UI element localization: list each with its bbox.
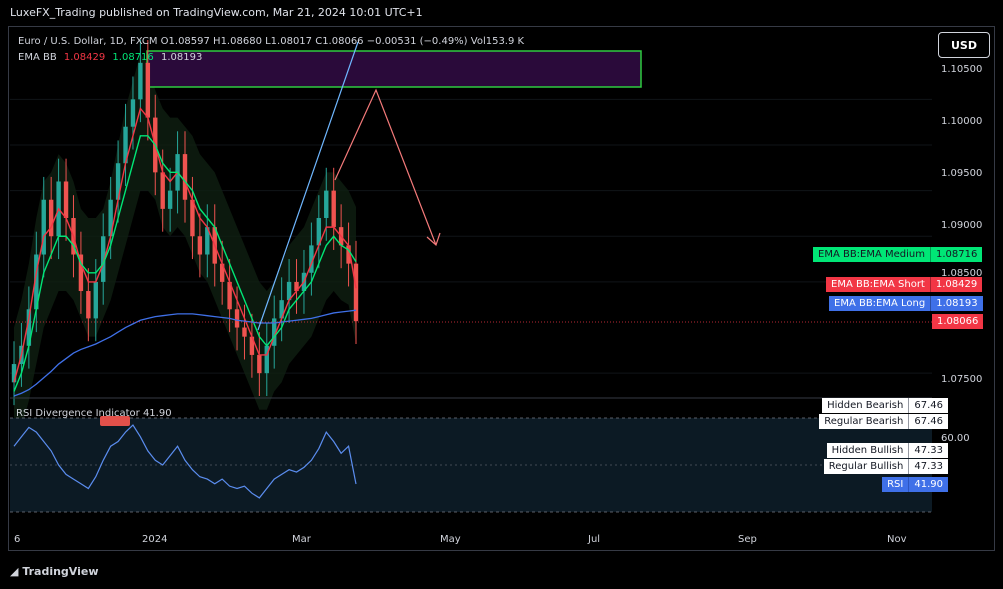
ema-medium-tag: EMA BB:EMA Medium 1.08716 bbox=[813, 247, 983, 262]
rsi-hidden-bearish-tag: Hidden Bearish 67.46 bbox=[822, 398, 948, 413]
tag-value: 41.90 bbox=[908, 477, 948, 492]
tag-value: 67.46 bbox=[908, 398, 948, 413]
symbol-info: Euro / U.S. Dollar, 1D, FXCM O1.08597 H1… bbox=[18, 36, 525, 47]
tag-value: 67.46 bbox=[908, 414, 948, 429]
tag-value: 1.08066 bbox=[937, 316, 979, 327]
tag-name: Regular Bullish bbox=[823, 459, 909, 474]
x-tick-label: 2024 bbox=[142, 534, 168, 545]
rsi-regular-bullish-tag: Regular Bullish 47.33 bbox=[823, 459, 948, 474]
tag-name: Hidden Bearish bbox=[822, 398, 909, 413]
last-price-tag: 1.08066 bbox=[932, 314, 984, 329]
y-tick-label: 1.09000 bbox=[941, 220, 983, 231]
ema-short-value: 1.08429 bbox=[63, 52, 106, 63]
rsi-hidden-bullish-tag: Hidden Bullish 47.33 bbox=[826, 443, 948, 458]
y-tick-label: 1.10000 bbox=[941, 116, 983, 127]
rsi-value-tag: RSI 41.90 bbox=[882, 477, 948, 492]
x-tick-label: Nov bbox=[887, 534, 907, 545]
y-tick-label: 1.09500 bbox=[941, 168, 983, 179]
published-info: LuxeFX_Trading published on TradingView.… bbox=[10, 6, 423, 19]
ema-legend-label: EMA BB bbox=[18, 52, 57, 63]
ema-legend: EMA BB 1.08429 1.08716 1.08193 bbox=[18, 52, 202, 63]
tag-name: Hidden Bullish bbox=[826, 443, 909, 458]
x-tick-label: Mar bbox=[292, 534, 311, 545]
tradingview-logo[interactable]: ◢ TradingView bbox=[10, 565, 99, 578]
tag-name: EMA BB:EMA Medium bbox=[818, 249, 926, 260]
tv-icon: ◢ bbox=[10, 565, 19, 578]
brand-label: TradingView bbox=[22, 565, 99, 578]
ema-medium-value: 1.08716 bbox=[112, 52, 154, 63]
ema-long-tag: EMA BB:EMA Long 1.08193 bbox=[829, 296, 983, 311]
ema-short-tag: EMA BB:EMA Short 1.08429 bbox=[826, 277, 983, 292]
rsi-regular-bearish-tag: Regular Bearish 67.46 bbox=[819, 414, 948, 429]
tag-value: 47.33 bbox=[908, 443, 948, 458]
currency-button[interactable]: USD bbox=[938, 32, 990, 58]
tag-value: 1.08193 bbox=[930, 296, 982, 311]
tag-value: 1.08716 bbox=[930, 247, 982, 262]
tag-name: Regular Bearish bbox=[819, 414, 909, 429]
tag-name: EMA BB:EMA Long bbox=[834, 298, 926, 309]
tag-value: 47.33 bbox=[908, 459, 948, 474]
y-tick-label: 1.07500 bbox=[941, 374, 983, 385]
tag-name: RSI bbox=[882, 477, 909, 492]
y-tick-label: 1.10500 bbox=[941, 64, 983, 75]
ema-long-value: 1.08193 bbox=[160, 52, 203, 63]
x-tick-label: Jul bbox=[588, 534, 601, 545]
tag-name: EMA BB:EMA Short bbox=[831, 279, 925, 290]
x-tick-label: 6 bbox=[14, 534, 21, 545]
x-tick-label: May bbox=[440, 534, 461, 545]
tag-value: 1.08429 bbox=[929, 277, 982, 292]
rsi-title: RSI Divergence Indicator 41.90 bbox=[16, 408, 172, 419]
x-tick-label: Sep bbox=[738, 534, 757, 545]
